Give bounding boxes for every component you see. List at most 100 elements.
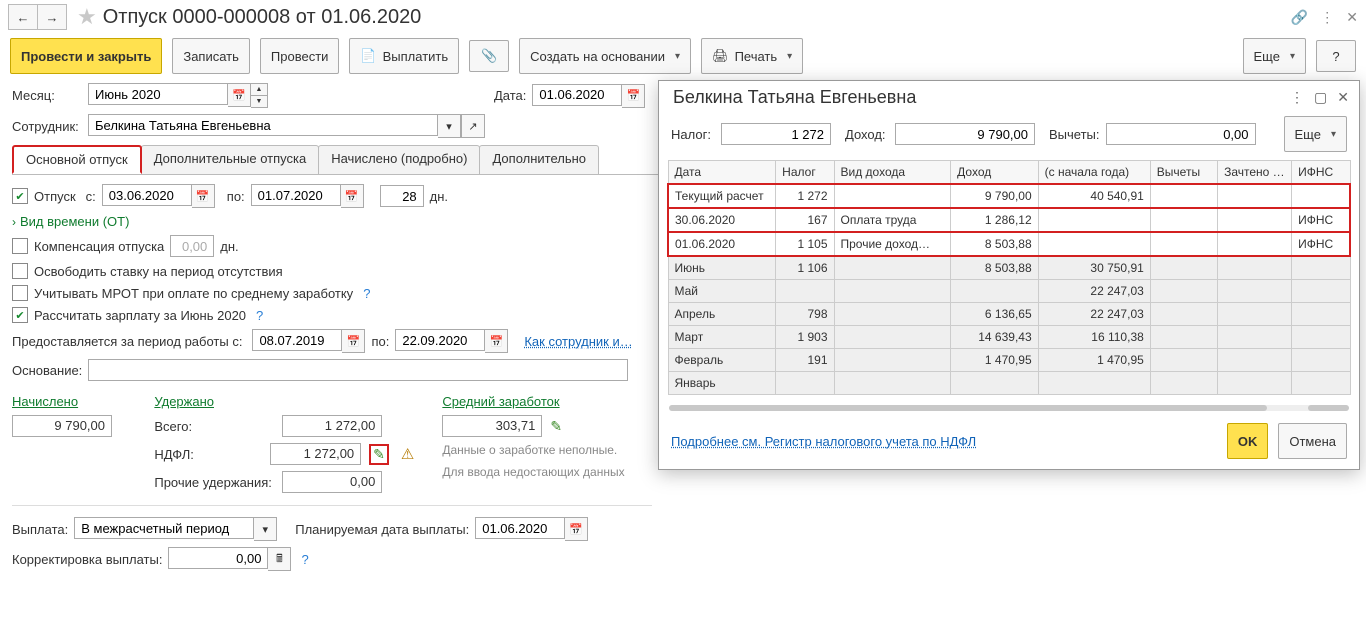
table-row[interactable]: 01.06.20201 105Прочие доход…8 503,88ИФНС	[668, 232, 1350, 256]
toolbar-more-button[interactable]: Еще	[1243, 38, 1306, 74]
nav-back-button[interactable]: ←	[8, 4, 38, 30]
table-row[interactable]: 30.06.2020167Оплата труда1 286,12ИФНС	[668, 208, 1350, 232]
ndfl-value: 1 272,00	[270, 443, 361, 465]
table-row[interactable]: Июнь1 1068 503,8830 750,91	[668, 256, 1350, 280]
popup-income-field[interactable]	[895, 123, 1035, 145]
compensation-checkbox[interactable]	[12, 238, 28, 254]
withheld-total-label: Всего:	[154, 419, 274, 434]
post-and-close-button[interactable]: Провести и закрыть	[10, 38, 162, 74]
popup-h-scrollbar[interactable]	[669, 405, 1349, 411]
basis-label: Основание:	[12, 363, 82, 378]
compensation-days-field	[170, 235, 214, 257]
table-row[interactable]: Январь	[668, 372, 1350, 395]
date-field[interactable]	[532, 84, 622, 106]
vacation-to-calendar-icon[interactable]: 📅	[341, 184, 364, 208]
employee-dropdown-icon[interactable]: ▾	[438, 114, 461, 138]
employee-open-icon[interactable]: ↗	[461, 114, 485, 138]
vacation-checkbox[interactable]	[12, 188, 28, 204]
avg-earnings-edit-icon[interactable]: ✎	[550, 418, 562, 435]
accrued-header[interactable]: Начислено	[12, 394, 126, 409]
time-type-link[interactable]: › Вид времени (ОТ)	[12, 214, 129, 229]
link-icon[interactable]: 🔗	[1291, 9, 1308, 26]
popup-kebab-icon[interactable]: ⋮	[1290, 89, 1304, 106]
table-header[interactable]: Налог	[776, 161, 834, 185]
withheld-header[interactable]: Удержано	[154, 394, 414, 409]
correction-field[interactable]	[168, 547, 268, 569]
vacation-to-field[interactable]	[251, 184, 341, 206]
popup-more-button[interactable]: Еще	[1284, 116, 1347, 152]
calc-salary-help-icon[interactable]: ?	[256, 308, 263, 323]
attach-button[interactable]: 📎	[469, 40, 509, 72]
correction-calc-icon[interactable]: 🖩	[268, 547, 291, 571]
favorite-star-icon[interactable]: ★	[77, 4, 97, 30]
close-icon[interactable]: ✕	[1346, 9, 1358, 26]
table-header[interactable]: ИФНС	[1292, 161, 1350, 185]
payment-mode-dropdown-icon[interactable]: ▾	[254, 517, 277, 541]
days-suffix: дн.	[430, 189, 448, 204]
mrot-label: Учитывать МРОТ при оплате по среднему за…	[34, 286, 353, 301]
kebab-menu-icon[interactable]: ⋮	[1320, 9, 1334, 26]
table-header[interactable]: Вычеты	[1150, 161, 1217, 185]
work-period-label: Предоставляется за период работы с:	[12, 334, 242, 349]
table-row[interactable]: Текущий расчет1 2729 790,0040 540,91	[668, 184, 1350, 208]
calc-salary-checkbox[interactable]	[12, 307, 28, 323]
tax-detail-table[interactable]: ДатаНалогВид доходаДоход(с начала года)В…	[667, 160, 1351, 395]
table-header[interactable]: Зачтено …	[1218, 161, 1292, 185]
month-field[interactable]	[88, 83, 228, 105]
employee-label: Сотрудник:	[12, 119, 82, 134]
vacation-label: Отпуск	[34, 189, 76, 204]
popup-close-icon[interactable]: ✕	[1337, 89, 1349, 106]
tab-additional[interactable]: Дополнительно	[479, 145, 599, 174]
date-calendar-icon[interactable]: 📅	[622, 84, 645, 108]
pay-button[interactable]: 📄Выплатить	[349, 38, 459, 74]
warning-icon: ⚠	[401, 445, 414, 463]
payment-mode-field[interactable]	[74, 517, 254, 539]
month-calendar-icon[interactable]: 📅	[228, 83, 251, 107]
planned-date-field[interactable]	[475, 517, 565, 539]
toolbar-help-button[interactable]: ?	[1316, 40, 1356, 72]
work-period-from-field[interactable]	[252, 329, 342, 351]
write-button[interactable]: Записать	[172, 38, 250, 74]
work-period-to-calendar-icon[interactable]: 📅	[485, 329, 508, 353]
table-row[interactable]: Апрель7986 136,6522 247,03	[668, 303, 1350, 326]
mrot-help-icon[interactable]: ?	[363, 286, 370, 301]
post-button[interactable]: Провести	[260, 38, 340, 74]
correction-help-icon[interactable]: ?	[301, 552, 308, 567]
table-header[interactable]: Вид дохода	[834, 161, 951, 185]
paperclip-icon: 📎	[481, 48, 497, 64]
ndfl-detail-popup: Белкина Татьяна Евгеньевна ⋮ ▢ ✕ Налог: …	[658, 80, 1360, 470]
tab-additional-vacations[interactable]: Дополнительные отпуска	[141, 145, 320, 174]
tab-accrued-details[interactable]: Начислено (подробно)	[318, 145, 480, 174]
work-period-to-field[interactable]	[395, 329, 485, 351]
popup-ok-button[interactable]: OK	[1227, 423, 1269, 459]
table-row[interactable]: Февраль1911 470,951 470,95	[668, 349, 1350, 372]
basis-field[interactable]	[88, 359, 628, 381]
ndfl-edit-icon[interactable]: ✎	[369, 444, 389, 465]
employee-field[interactable]	[88, 114, 438, 136]
avg-earnings-header[interactable]: Средний заработок	[442, 394, 652, 409]
release-rate-checkbox[interactable]	[12, 263, 28, 279]
vacation-from-field[interactable]	[102, 184, 192, 206]
table-header[interactable]: (с начала года)	[1038, 161, 1150, 185]
table-header[interactable]: Дата	[668, 161, 776, 185]
tab-main-vacation[interactable]: Основной отпуск	[12, 145, 142, 174]
vacation-days-field[interactable]	[380, 185, 424, 207]
table-header[interactable]: Доход	[951, 161, 1038, 185]
work-period-from-calendar-icon[interactable]: 📅	[342, 329, 365, 353]
planned-date-calendar-icon[interactable]: 📅	[565, 517, 588, 541]
avg-earnings-value: 303,71	[442, 415, 542, 437]
popup-tax-field[interactable]	[721, 123, 831, 145]
popup-maximize-icon[interactable]: ▢	[1314, 89, 1327, 106]
table-row[interactable]: Май22 247,03	[668, 280, 1350, 303]
vacation-from-calendar-icon[interactable]: 📅	[192, 184, 215, 208]
popup-cancel-button[interactable]: Отмена	[1278, 423, 1347, 459]
nav-forward-button[interactable]: →	[38, 4, 67, 30]
table-row[interactable]: Март1 90314 639,4316 110,38	[668, 326, 1350, 349]
how-employee-link[interactable]: Как сотрудник и…	[524, 334, 632, 349]
tax-register-link[interactable]: Подробнее см. Регистр налогового учета п…	[671, 434, 1217, 449]
print-button[interactable]: 🖨Печать	[701, 38, 803, 74]
month-spin[interactable]: ▲▼	[251, 83, 268, 108]
mrot-checkbox[interactable]	[12, 285, 28, 301]
create-based-on-button[interactable]: Создать на основании	[519, 38, 691, 74]
popup-deduct-field[interactable]	[1106, 123, 1256, 145]
